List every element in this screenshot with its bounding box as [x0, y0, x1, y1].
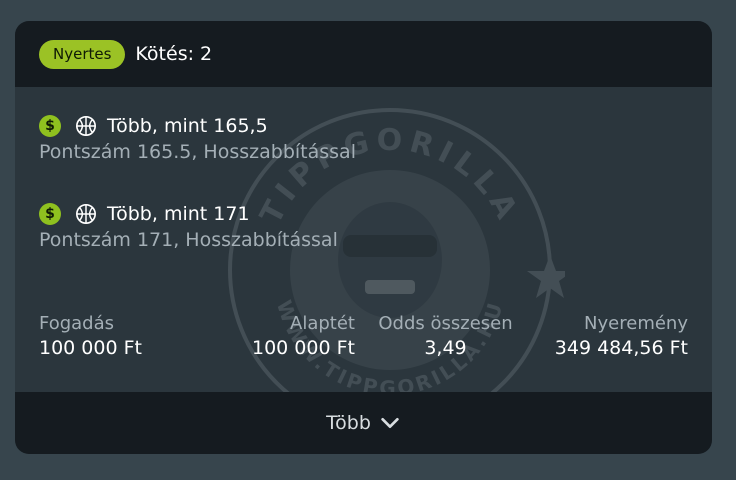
bet-item: $ Több, mint 171 Pontszám 171, Hosszabbí…	[39, 201, 338, 251]
stat-value: 3,49	[424, 337, 467, 359]
bet-title: Több, mint 165,5	[107, 115, 268, 137]
chevron-down-icon	[381, 417, 399, 429]
stat-payout: Nyeremény 349 484,56 Ft	[555, 313, 688, 359]
bet-count-title: Kötés: 2	[135, 43, 213, 65]
stat-label: Alaptét	[290, 313, 355, 334]
stat-base: Alaptét 100 000 Ft	[225, 313, 355, 359]
stat-odds: Odds összesen 3,49	[363, 313, 528, 359]
dollar-icon: $	[39, 203, 61, 225]
more-toggle-button[interactable]: Több	[15, 392, 712, 454]
stat-label: Odds összesen	[378, 313, 513, 334]
bet-item: $ Több, mint 165,5 Pontszám 165.5, Hossz…	[39, 113, 356, 163]
stat-stake: Fogadás 100 000 Ft	[39, 313, 142, 359]
basketball-icon	[76, 204, 96, 224]
dollar-icon: $	[39, 115, 61, 137]
stat-value: 349 484,56 Ft	[554, 337, 688, 359]
stat-value: 100 000 Ft	[252, 337, 355, 359]
bet-title: Több, mint 171	[107, 203, 250, 225]
stat-label: Fogadás	[39, 313, 115, 334]
stat-label: Nyeremény	[584, 313, 688, 334]
bet-subtitle: Pontszám 165.5, Hosszabbítással	[39, 141, 356, 163]
bet-slip-card: Nyertes Kötés: 2 TIPPGORILLA WWW.TIPPGOR…	[15, 21, 712, 454]
bet-subtitle: Pontszám 171, Hosszabbítással	[39, 229, 338, 251]
more-label: Több	[326, 412, 371, 434]
card-body: TIPPGORILLA WWW.TIPPGORILLA.HU $ Több, m…	[15, 87, 712, 432]
status-badge: Nyertes	[39, 39, 126, 69]
basketball-icon	[76, 116, 96, 136]
card-header: Nyertes Kötés: 2	[15, 21, 712, 87]
stat-value: 100 000 Ft	[39, 337, 142, 359]
